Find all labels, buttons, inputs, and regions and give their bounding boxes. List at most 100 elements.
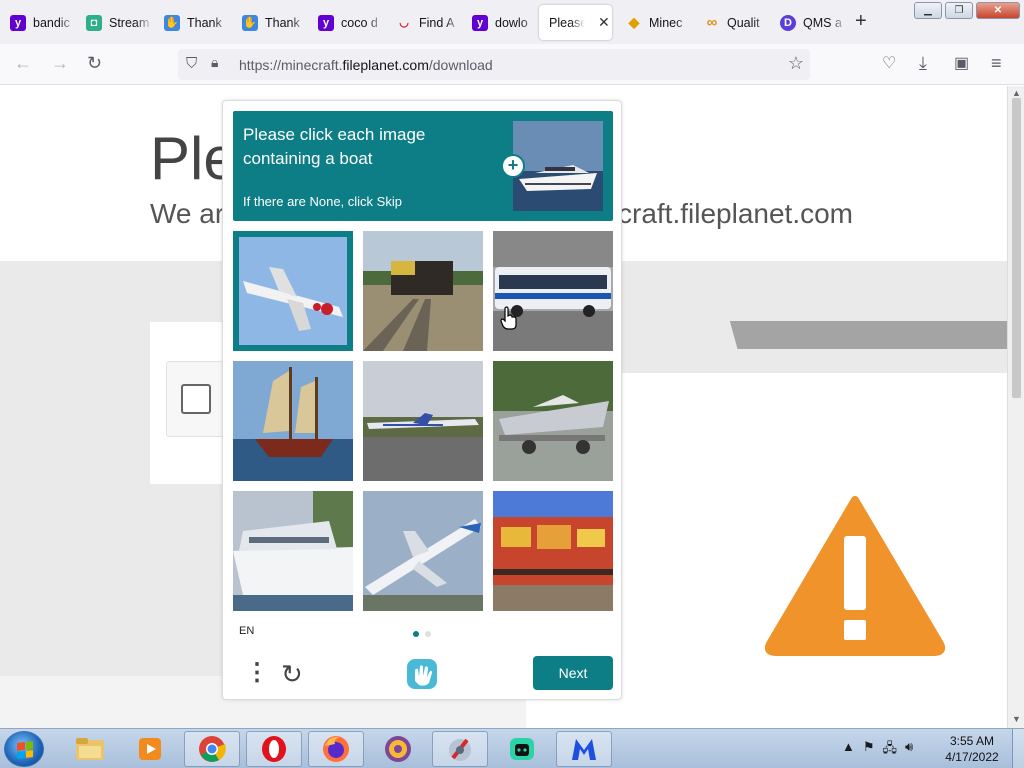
refresh-challenge-icon[interactable]: ↻: [281, 659, 303, 690]
page-subtitle-right: craft.fileplanet.com: [618, 198, 853, 229]
airplane-takeoff-image: [363, 491, 483, 611]
image-tile-train[interactable]: [363, 231, 483, 351]
chat-icon: [510, 738, 534, 760]
tab-title: Thank: [187, 15, 222, 30]
image-tile-airplane[interactable]: [233, 231, 353, 351]
scrollbar-thumb[interactable]: [1012, 98, 1021, 398]
tab-title: Stream: [109, 15, 150, 30]
image-tile-yacht[interactable]: [233, 491, 353, 611]
address-bar[interactable]: ⛉ 🔒︎ https://minecraft.fileplanet.com/do…: [178, 49, 810, 80]
media-player-icon: [139, 738, 161, 760]
tab-strip: y bandic ◘ Stream ✋ Thank ✋ Thank y coco…: [0, 0, 1024, 44]
new-tab-button[interactable]: +: [855, 10, 867, 33]
minimize-button[interactable]: ▁: [914, 2, 942, 19]
windows-logo-icon: [17, 741, 33, 759]
vertical-scrollbar[interactable]: ▲ ▼: [1007, 86, 1024, 728]
image-tile-sailboat[interactable]: [233, 361, 353, 481]
shield-icon[interactable]: ⛉: [186, 55, 197, 72]
show-desktop-button[interactable]: [1012, 729, 1024, 768]
taskbar-media-player[interactable]: [122, 731, 178, 767]
tab-minec[interactable]: ◆ Minec: [616, 5, 694, 40]
extensions-icon[interactable]: ▣: [954, 53, 969, 73]
hand-icon: ✋: [242, 14, 258, 31]
close-window-button[interactable]: ✕: [976, 2, 1020, 19]
captcha-checkbox[interactable]: [181, 384, 211, 414]
taskbar-chrome[interactable]: [184, 731, 240, 767]
hand-cursor-icon: [500, 306, 517, 330]
tab-coco[interactable]: y coco d: [308, 5, 386, 40]
image-tile-airplane-takeoff[interactable]: [363, 491, 483, 611]
tab-title: Find A: [419, 15, 455, 30]
pocket-icon[interactable]: ♡: [882, 53, 896, 73]
speedboat-image: [493, 361, 613, 481]
page-dot: [425, 631, 431, 637]
volume-icon[interactable]: 🔊︎: [905, 739, 913, 761]
challenge-hint: If there are None, click Skip: [243, 194, 402, 209]
grey-divider: [622, 321, 1007, 349]
tab-title: QMS a: [803, 15, 842, 30]
show-hidden-icons-icon[interactable]: ▲: [842, 739, 855, 761]
yahoo-icon: y: [318, 14, 334, 31]
tab-qms[interactable]: D QMS a: [770, 5, 848, 40]
image-tile-graffiti-train[interactable]: [493, 491, 613, 611]
tab-bandic[interactable]: y bandic: [0, 5, 76, 40]
stream-icon: ◘: [86, 14, 102, 31]
lock-icon[interactable]: 🔒︎: [211, 54, 218, 71]
minecraft-icon: ◆: [628, 14, 640, 30]
taskbar-tor[interactable]: [370, 731, 426, 767]
downloads-icon[interactable]: ⤓: [919, 53, 927, 74]
taskbar-explorer[interactable]: [62, 731, 118, 767]
folder-icon: [76, 738, 104, 760]
action-center-flag-icon[interactable]: ⚑: [863, 739, 875, 761]
image-tile-bus[interactable]: [493, 231, 613, 351]
tab-please-active[interactable]: Please V ✕: [539, 5, 612, 40]
language-selector[interactable]: EN: [239, 625, 254, 637]
opera-icon: [262, 736, 286, 762]
tab-thank-2[interactable]: ✋ Thank: [232, 5, 308, 40]
taskbar-tool[interactable]: [432, 731, 488, 767]
tab-dowlo[interactable]: y dowlo: [462, 5, 538, 40]
hcaptcha-logo-icon[interactable]: [405, 657, 439, 691]
tab-find[interactable]: ◡ Find A: [386, 5, 462, 40]
tab-title: bandic: [33, 15, 70, 30]
tab-title: Qualit: [727, 15, 760, 30]
bookmark-star-icon[interactable]: ☆: [788, 53, 804, 74]
taskbar-firefox[interactable]: [308, 731, 364, 767]
clock-time: 3:55 AM: [949, 734, 995, 748]
tab-stream[interactable]: ◘ Stream: [76, 5, 154, 40]
yahoo-icon: y: [472, 14, 488, 31]
maximize-button[interactable]: ❐: [945, 2, 973, 19]
taskbar-chat[interactable]: [494, 731, 550, 767]
system-clock[interactable]: 3:55 AM 4/17/2022: [940, 733, 1004, 765]
menu-hamburger-icon[interactable]: ≡: [991, 53, 1002, 74]
tab-title: coco d: [341, 15, 378, 30]
tool-icon: [449, 738, 471, 761]
image-tile-airplane-runway[interactable]: [363, 361, 483, 481]
image-tile-speedboat[interactable]: [493, 361, 613, 481]
tab-thank-1[interactable]: ✋ Thank: [154, 5, 232, 40]
url-text[interactable]: https://minecraft.fileplanet.com/downloa…: [239, 57, 493, 73]
scroll-up-icon[interactable]: ▲: [1012, 88, 1021, 98]
qms-icon: D: [780, 14, 796, 31]
back-arrow-icon[interactable]: ←: [14, 53, 32, 74]
tab-qualit[interactable]: ∞ Qualit: [694, 5, 772, 40]
network-icon[interactable]: 🖧︎: [883, 739, 898, 761]
taskbar-opera[interactable]: [246, 731, 302, 767]
more-options-icon[interactable]: ⋮: [245, 661, 269, 685]
scroll-down-icon[interactable]: ▼: [1012, 714, 1021, 724]
taskbar-malwarebytes[interactable]: [556, 731, 612, 767]
forward-arrow-icon[interactable]: →: [51, 53, 69, 74]
url-domain: fileplanet.com: [342, 57, 429, 73]
example-boat-image[interactable]: [513, 121, 603, 211]
reload-icon[interactable]: ↻: [87, 53, 102, 74]
url-path: /download: [428, 57, 493, 73]
close-tab-icon[interactable]: ✕: [598, 14, 610, 31]
tab-title: Thank: [265, 15, 300, 30]
next-button[interactable]: Next: [533, 656, 613, 690]
firefox-icon: [323, 736, 349, 762]
system-tray: ▲ ⚑ 🖧︎ 🔊︎: [842, 739, 913, 761]
chrome-icon: [199, 736, 226, 762]
find-icon: ◡: [399, 17, 409, 29]
bus-image: [493, 231, 613, 351]
start-button[interactable]: [4, 731, 44, 767]
